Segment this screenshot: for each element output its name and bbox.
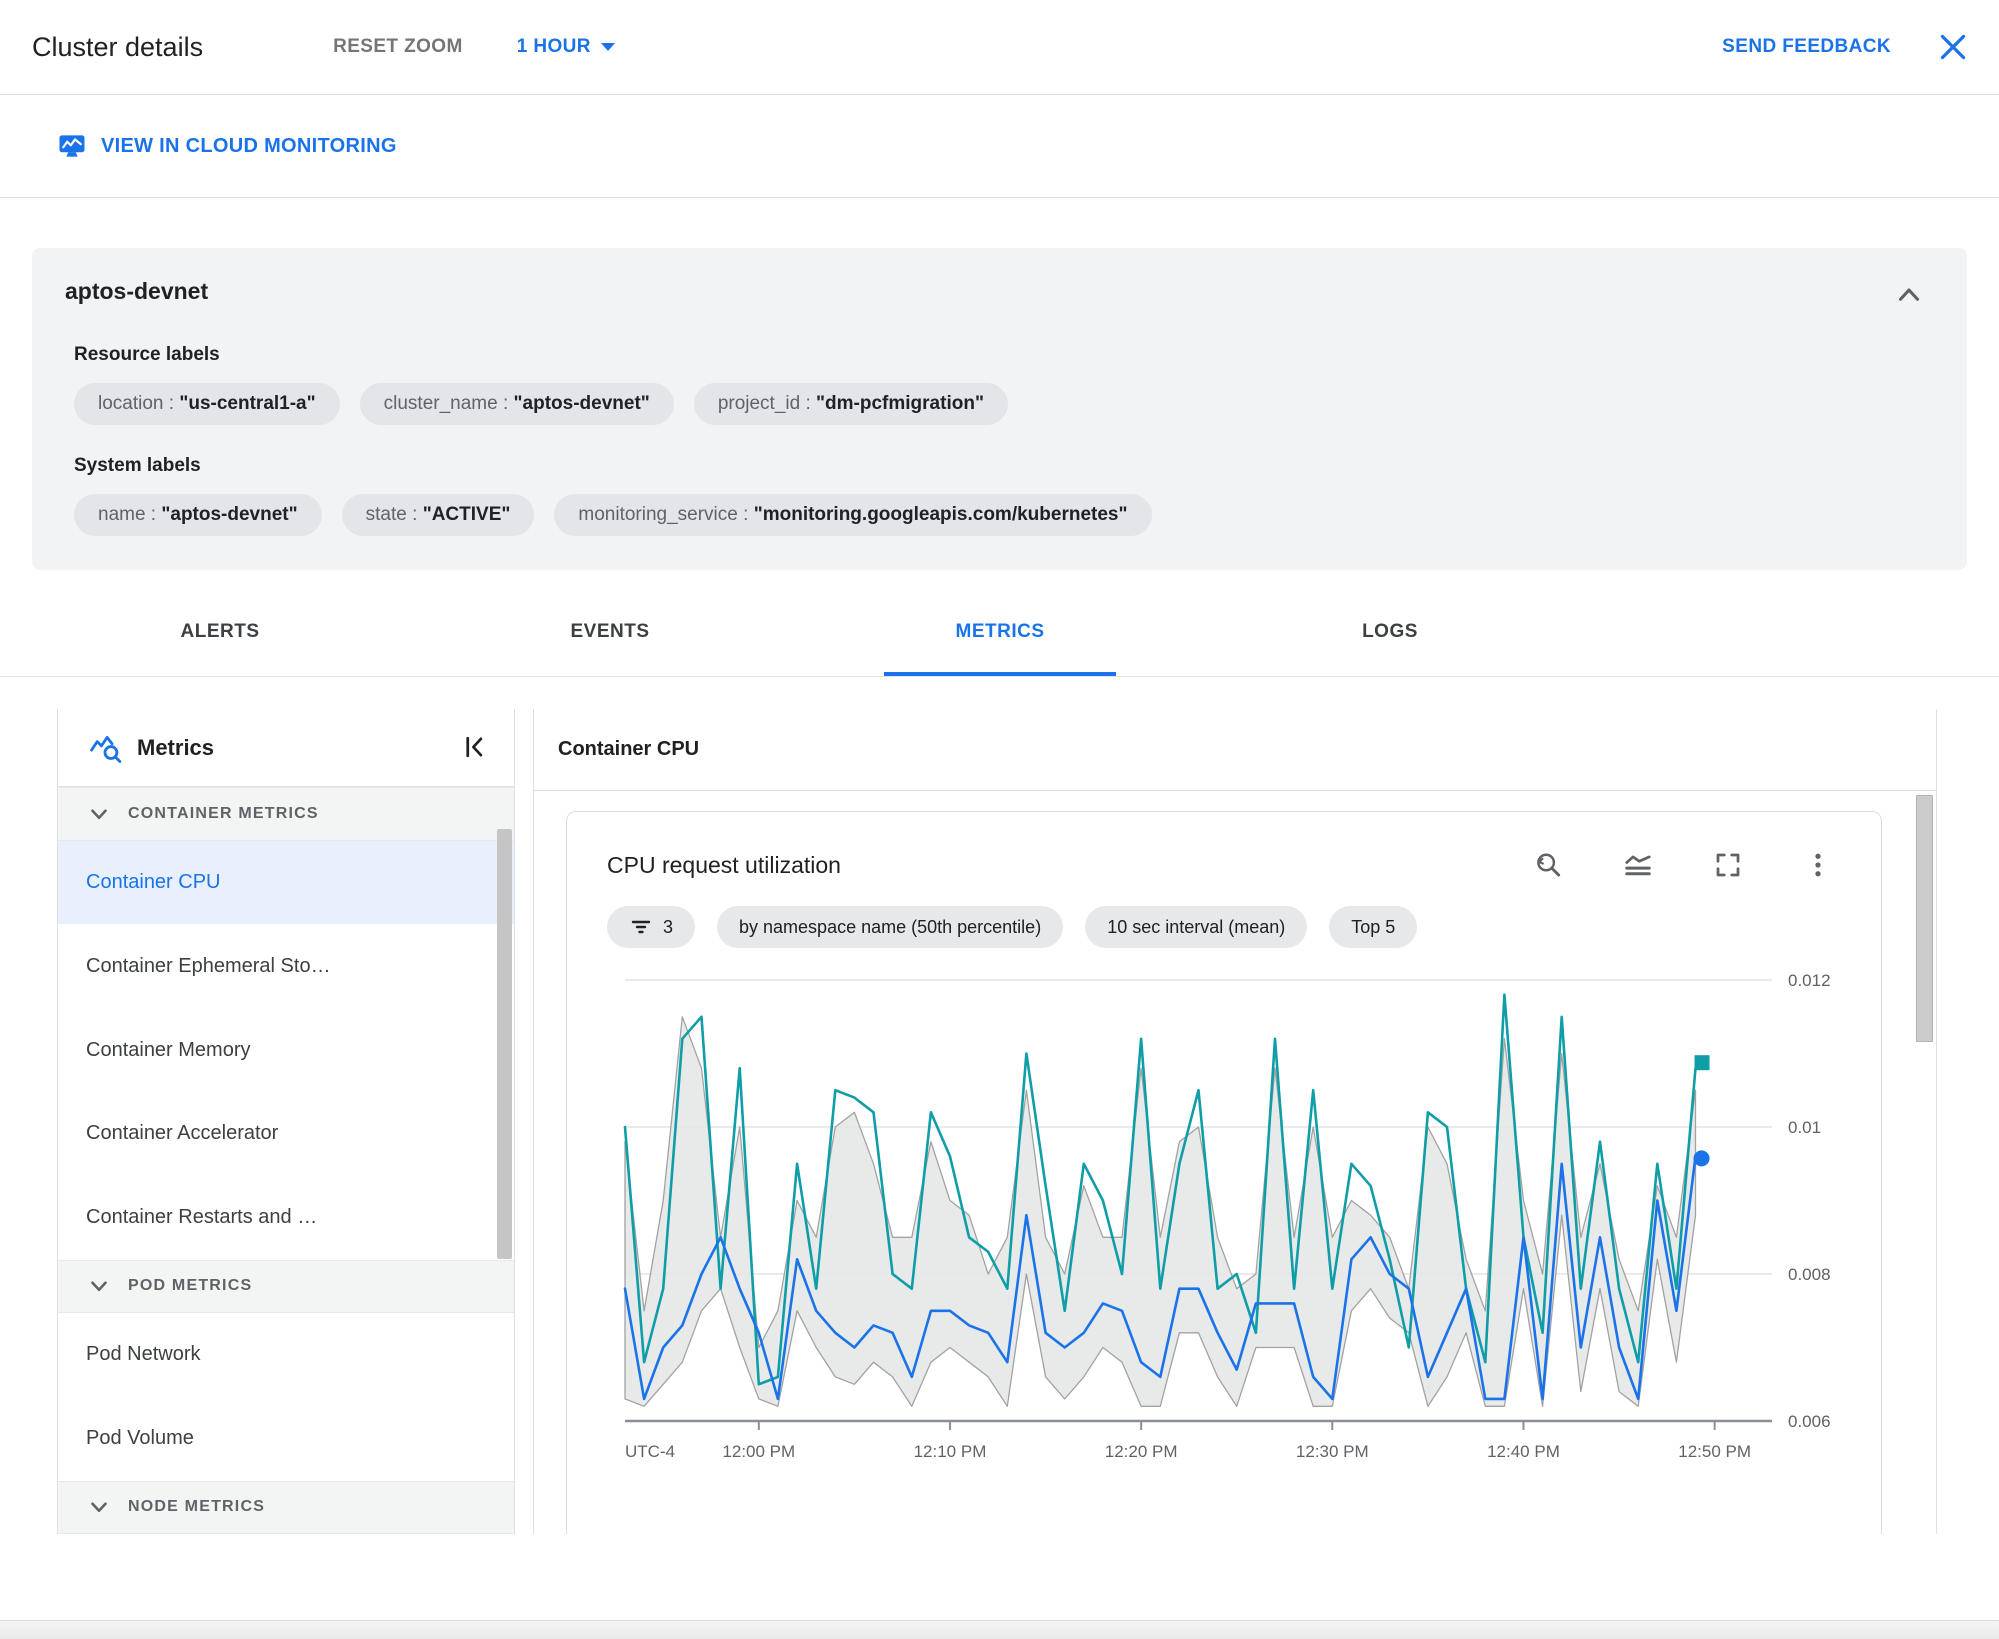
- resource-labels-row: location : "us-central1-a" cluster_name …: [74, 383, 1927, 425]
- page-bottom-strip: [0, 1620, 1999, 1639]
- zoom-reset-icon: [1537, 853, 1561, 877]
- label-chip: monitoring_service : "monitoring.googlea…: [554, 494, 1152, 536]
- close-button[interactable]: [1935, 29, 1971, 65]
- sidebar-header: Metrics: [58, 709, 514, 788]
- cluster-info-panel: aptos-devnet Resource labels location : …: [32, 248, 1967, 570]
- zoom-reset-button[interactable]: [1533, 850, 1563, 880]
- svg-text:0.006: 0.006: [1788, 1412, 1831, 1431]
- section-container-metrics[interactable]: CONTAINER METRICS: [58, 787, 514, 841]
- section-pod-metrics[interactable]: POD METRICS: [58, 1259, 514, 1313]
- section-node-metrics[interactable]: NODE METRICS: [58, 1480, 514, 1534]
- svg-text:0.01: 0.01: [1788, 1118, 1821, 1137]
- view-in-cloud-monitoring-label: VIEW IN CLOUD MONITORING: [101, 134, 397, 157]
- fullscreen-icon: [1716, 853, 1740, 877]
- chevron-down-icon: [91, 1502, 107, 1513]
- svg-text:12:00 PM: 12:00 PM: [722, 1442, 795, 1461]
- sidebar-title: Metrics: [137, 734, 215, 760]
- label-chip: location : "us-central1-a": [74, 383, 340, 425]
- groupby-chip[interactable]: by namespace name (50th percentile): [717, 906, 1064, 948]
- metrics-content: Metrics CONTAINER METRICS Container CPU …: [57, 709, 1937, 1534]
- close-icon: [1940, 34, 1966, 60]
- view-in-cloud-monitoring-link[interactable]: VIEW IN CLOUD MONITORING: [57, 131, 397, 161]
- chart-card: CPU request utilization 3 by namespace n…: [566, 811, 1882, 1534]
- chevron-down-icon: [91, 809, 107, 819]
- top5-chip[interactable]: Top 5: [1329, 906, 1418, 948]
- query-stats-icon: [90, 735, 122, 763]
- legend-toggle-button[interactable]: [1623, 850, 1653, 880]
- sidebar-item-container-memory[interactable]: Container Memory: [58, 1008, 514, 1092]
- tab-logs[interactable]: LOGS: [1195, 588, 1585, 676]
- more-options-button[interactable]: [1803, 850, 1833, 880]
- sidebar-item-container-restarts[interactable]: Container Restarts and …: [58, 1175, 514, 1260]
- time-range-label: 1 HOUR: [516, 36, 591, 57]
- collapse-sidebar-button[interactable]: [458, 732, 490, 764]
- chart-panel-heading: Container CPU: [534, 709, 1936, 791]
- page-title: Cluster details: [32, 31, 204, 62]
- tab-bar: ALERTS EVENTS METRICS LOGS: [0, 588, 1999, 677]
- metrics-sidebar: Metrics CONTAINER METRICS Container CPU …: [57, 709, 515, 1534]
- system-labels-row: name : "aptos-devnet" state : "ACTIVE" m…: [74, 494, 1927, 536]
- svg-text:12:40 PM: 12:40 PM: [1487, 1442, 1560, 1461]
- monitoring-chart-icon: [59, 135, 85, 157]
- tab-events[interactable]: EVENTS: [415, 588, 805, 676]
- sidebar-item-container-cpu[interactable]: Container CPU: [58, 840, 514, 925]
- filter-list-icon: [631, 920, 651, 934]
- resource-labels-heading: Resource labels: [74, 344, 220, 365]
- collapse-left-icon: [466, 736, 483, 757]
- label-chip: cluster_name : "aptos-devnet": [359, 383, 674, 425]
- chart-filter-chips: 3 by namespace name (50th percentile) 10…: [607, 906, 1841, 948]
- more-vert-icon: [1815, 853, 1821, 877]
- label-chip: name : "aptos-devnet": [74, 494, 322, 536]
- cpu-utilization-chart[interactable]: 0.012 0.01 0.008 0.006 UTC-4 12:00 PM 12:10 PM…: [607, 952, 1841, 1477]
- chevron-down-icon: [600, 43, 615, 51]
- sidebar-item-container-accelerator[interactable]: Container Accelerator: [58, 1091, 514, 1176]
- filter-count-chip[interactable]: 3: [607, 906, 696, 948]
- label-chip: project_id : "dm-pcfmigration": [693, 383, 1008, 425]
- svg-text:12:30 PM: 12:30 PM: [1296, 1442, 1369, 1461]
- cluster-name: aptos-devnet: [65, 278, 209, 304]
- svg-text:0.008: 0.008: [1788, 1265, 1831, 1284]
- interval-chip[interactable]: 10 sec interval (mean): [1085, 906, 1308, 948]
- chevron-down-icon: [91, 1281, 107, 1292]
- toolbar: VIEW IN CLOUD MONITORING: [0, 95, 1999, 198]
- send-feedback-button[interactable]: SEND FEEDBACK: [1722, 36, 1891, 58]
- label-chip: state : "ACTIVE": [341, 494, 535, 536]
- system-labels-heading: System labels: [74, 455, 201, 476]
- tab-alerts[interactable]: ALERTS: [25, 588, 415, 676]
- chart-panel-scrollbar-thumb[interactable]: [1916, 795, 1933, 1042]
- chart-panel: Container CPU CPU request utilization 3 …: [533, 709, 1937, 1534]
- tab-metrics[interactable]: METRICS: [805, 588, 1195, 676]
- sidebar-item-pod-network[interactable]: Pod Network: [58, 1312, 514, 1397]
- sidebar-item-pod-volume[interactable]: Pod Volume: [58, 1396, 514, 1481]
- svg-text:12:10 PM: 12:10 PM: [914, 1442, 987, 1461]
- sidebar-scrollbar-thumb[interactable]: [497, 829, 512, 1259]
- reset-zoom-button[interactable]: RESET ZOOM: [333, 36, 463, 58]
- chart-title: CPU request utilization: [607, 851, 841, 878]
- svg-text:0.012: 0.012: [1788, 971, 1831, 990]
- fullscreen-button[interactable]: [1713, 850, 1743, 880]
- svg-text:UTC-4: UTC-4: [625, 1442, 675, 1461]
- legend-toggle-icon: [1625, 855, 1651, 876]
- collapse-panel-button[interactable]: [1891, 278, 1927, 314]
- chevron-up-icon: [1898, 288, 1920, 301]
- svg-text:12:20 PM: 12:20 PM: [1105, 1442, 1178, 1461]
- top-header: Cluster details RESET ZOOM 1 HOUR SEND F…: [0, 0, 1999, 95]
- sidebar-item-container-ephemeral-storage[interactable]: Container Ephemeral Sto…: [58, 924, 514, 1009]
- time-range-dropdown[interactable]: 1 HOUR: [517, 36, 615, 58]
- svg-text:12:50 PM: 12:50 PM: [1678, 1442, 1751, 1461]
